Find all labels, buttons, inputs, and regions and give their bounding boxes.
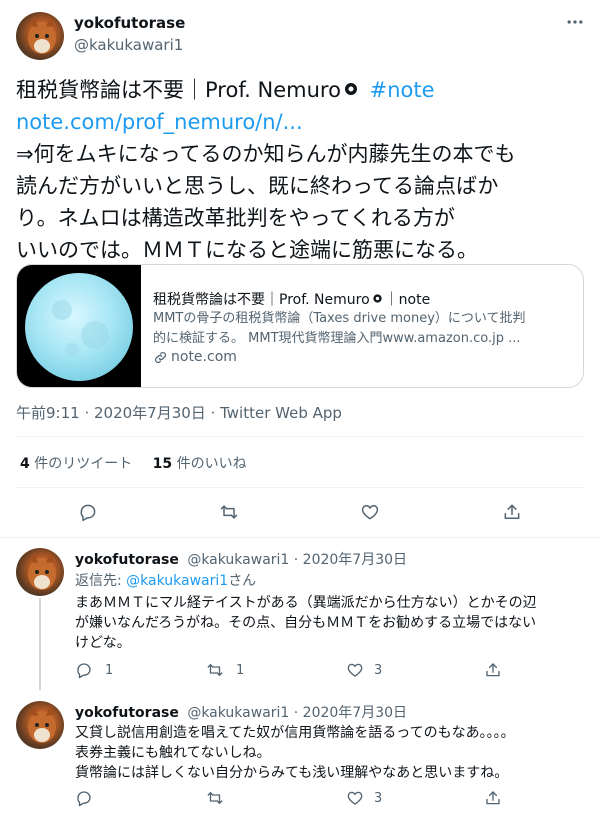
like-icon[interactable] — [360, 502, 380, 522]
user-handle[interactable]: @kakukawari1 — [74, 36, 183, 54]
tweet-line: いいのでは。ＭＭＴになると途端に筋悪になる。 — [16, 238, 478, 262]
retweets-stat[interactable]: 4 件のリツイート — [20, 456, 132, 472]
card-desc-line: 的に検証する。 MMT現代貨幣理論入門www.amazon.co.jp ... — [153, 331, 521, 346]
reply-header: yokofutorase @kakukawari1 · 2020年7月30日 — [75, 549, 407, 569]
ellipsis-icon[interactable] — [565, 12, 585, 32]
hashtag-link[interactable]: #note — [370, 78, 435, 102]
link-icon — [153, 350, 168, 365]
display-name[interactable]: yokofutorase — [74, 14, 185, 32]
reply-line: 又貸し説信用創造を唱えてた奴が信用貨幣論を語るってのもなあ。。。。 — [75, 725, 515, 741]
badge-icon — [343, 74, 359, 95]
reply-icon[interactable] — [75, 789, 93, 807]
card-title-tail: ｜note — [384, 292, 431, 308]
avatar[interactable] — [16, 12, 64, 60]
like-action[interactable]: 3 — [346, 661, 382, 679]
tweet-title-text: 租税貨幣論は不要｜Prof. Nemuro — [16, 78, 341, 102]
retweets-label: 件のリツイート — [34, 456, 133, 472]
tweet-stats: 4 件のリツイート 15 件のいいね — [20, 453, 247, 473]
tweet-title-line: 租税貨幣論は不要｜Prof. Nemuro #note — [16, 74, 516, 106]
display-name[interactable]: yokofutorase — [75, 705, 179, 721]
likes-stat[interactable]: 15 件のいいね — [153, 456, 247, 472]
reply-icon[interactable] — [75, 661, 93, 679]
retweet-icon[interactable] — [206, 789, 224, 807]
like-icon[interactable] — [346, 661, 364, 679]
reply-line: けどな。 — [75, 635, 131, 651]
tweet-line: ⇒何をムキになってるのか知らんが内藤先生の本でも — [16, 142, 516, 166]
retweet-count: 1 — [236, 662, 245, 678]
tweet-url-link[interactable]: note.com/prof_nemuro/n/... — [16, 106, 516, 138]
like-action[interactable]: 3 — [346, 789, 382, 807]
divider — [0, 537, 600, 538]
tweet-line: 読んだ方がいいと思うし、既に終わってる論点ばか — [16, 174, 499, 198]
like-count: 3 — [374, 662, 383, 678]
card-description: MMTの骨子の租税貨幣論（Taxes drive money）について批判 的に… — [153, 309, 526, 349]
badge-icon — [372, 292, 383, 303]
avatar[interactable] — [16, 701, 64, 749]
display-name[interactable]: yokofutorase — [75, 552, 179, 568]
reply-line: 表券主義にも触れてないしね。 — [75, 745, 271, 761]
reply-line: まあＭＭＴにマル経テイストがある（異端派だから仕方ない）とかその辺 — [75, 595, 537, 611]
card-thumbnail — [17, 265, 141, 387]
card-domain-text: note.com — [171, 349, 237, 365]
replying-handle-link[interactable]: @kakukawari1 — [126, 573, 228, 589]
link-card[interactable]: 租税貨幣論は不要｜Prof. Nemuro ｜note MMTの骨子の租税貨幣論（… — [16, 264, 584, 388]
tweet-body: 租税貨幣論は不要｜Prof. Nemuro #note note.com/pro… — [16, 74, 516, 266]
replying-to: 返信先: @kakukawari1さん — [75, 570, 256, 590]
divider — [16, 436, 584, 437]
likes-label: 件のいいね — [176, 456, 247, 472]
like-count: 3 — [374, 790, 383, 806]
share-icon[interactable] — [484, 661, 502, 679]
reply-header: yokofutorase @kakukawari1 · 2020年7月30日 — [75, 702, 407, 722]
avatar[interactable] — [16, 548, 64, 596]
retweets-count: 4 — [20, 456, 30, 472]
retweet-icon[interactable] — [206, 661, 224, 679]
replying-label: 返信先: — [75, 573, 122, 589]
reply-icon[interactable] — [78, 502, 98, 522]
reply-line: 貨幣論には詳しくない自分からみても浅い理解やなあと思いますね。 — [75, 765, 509, 781]
card-desc-line: MMTの骨子の租税貨幣論（Taxes drive money）について批判 — [153, 311, 526, 326]
card-title: 租税貨幣論は不要｜Prof. Nemuro ｜note — [153, 289, 430, 309]
share-icon[interactable] — [484, 789, 502, 807]
handle-date[interactable]: @kakukawari1 · 2020年7月30日 — [187, 552, 407, 568]
handle-date[interactable]: @kakukawari1 · 2020年7月30日 — [187, 705, 407, 721]
reply-action[interactable]: 1 — [75, 661, 113, 679]
reply-line: が嫌いなんだろうがね。その点、自分もＭＭＴをお勧めする立場ではない — [75, 615, 537, 631]
replying-suffix: さん — [228, 573, 257, 589]
retweet-icon[interactable] — [219, 502, 239, 522]
likes-count: 15 — [152, 456, 173, 472]
card-title-text: 租税貨幣論は不要｜Prof. Nemuro — [153, 292, 370, 308]
reply-text: 又貸し説信用創造を唱えてた奴が信用貨幣論を語るってのもなあ。。。。 表券主義にも… — [75, 723, 515, 783]
retweet-action[interactable]: 1 — [206, 661, 244, 679]
card-domain: note.com — [153, 349, 237, 365]
tweet-timestamp[interactable]: 午前9:11 · 2020年7月30日 · Twitter Web App — [16, 402, 342, 423]
reply-count: 1 — [105, 662, 114, 678]
reply-text: まあＭＭＴにマル経テイストがある（異端派だから仕方ない）とかその辺 が嫌いなんだ… — [75, 593, 537, 653]
divider — [16, 487, 584, 488]
thread-line — [39, 598, 41, 690]
like-icon[interactable] — [346, 789, 364, 807]
share-icon[interactable] — [502, 502, 522, 522]
tweet-line: り。ネムロは構造改革批判をやってくれる方が — [16, 206, 455, 230]
